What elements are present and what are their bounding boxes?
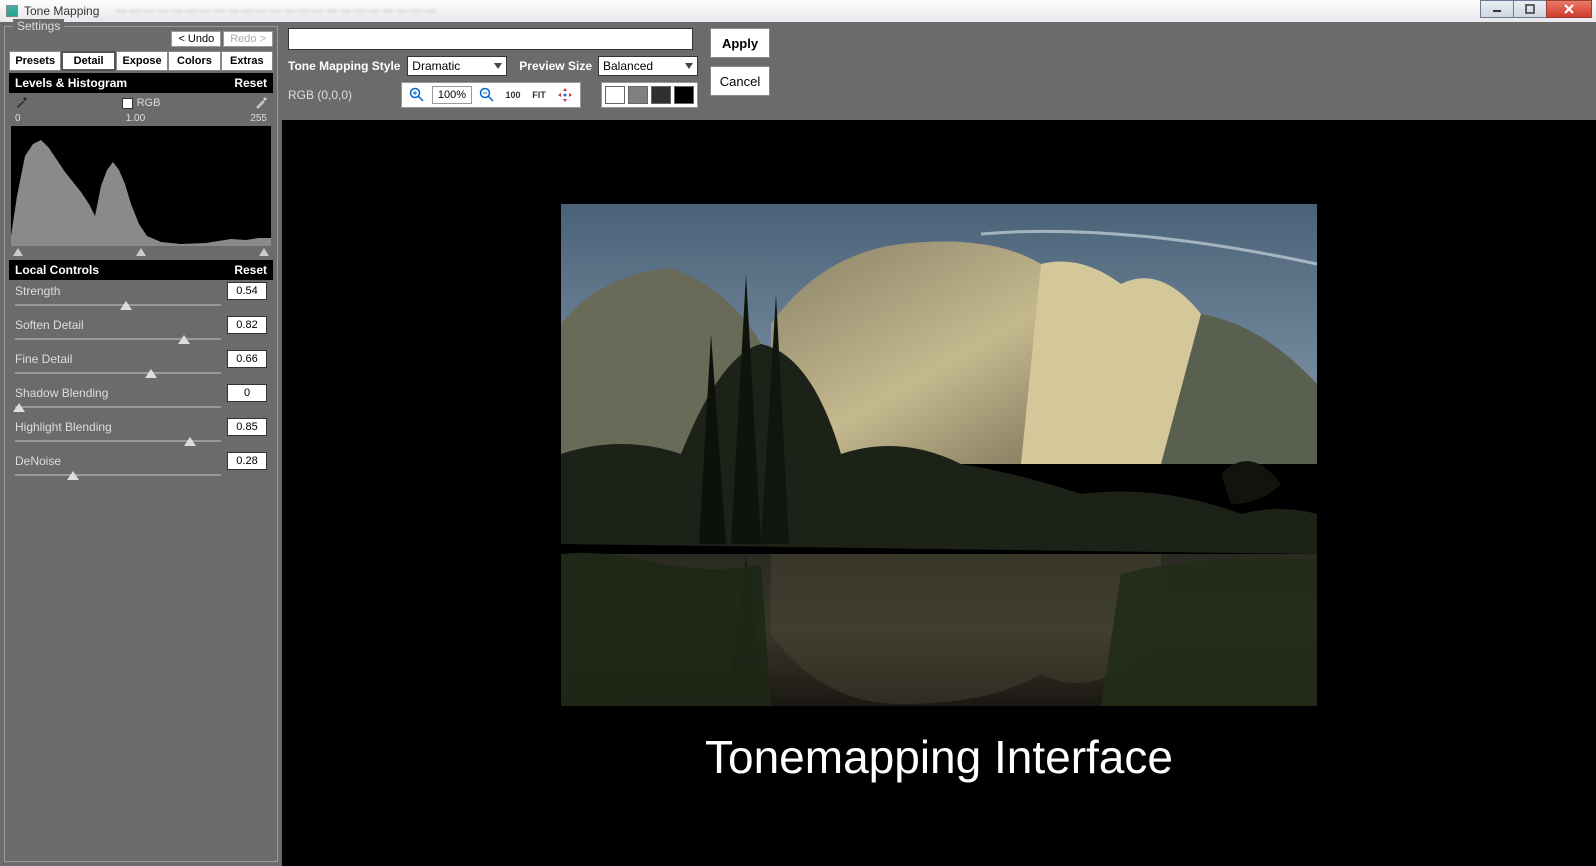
control-label: Fine Detail [15, 352, 72, 366]
axis-min: 0 [15, 113, 21, 124]
local-controls-reset[interactable]: Reset [234, 263, 267, 277]
background-swatches [601, 82, 698, 108]
caption: Tonemapping Interface [705, 730, 1173, 784]
local-controls-title: Local Controls [15, 263, 99, 277]
zoom-fit-button[interactable]: FIT [528, 85, 550, 105]
pan-icon[interactable] [554, 85, 576, 105]
control-slider[interactable] [15, 472, 267, 484]
control-shadow-blending: Shadow Blending 0 [9, 382, 273, 416]
tab-colors[interactable]: Colors [168, 51, 220, 71]
control-label: Strength [15, 284, 60, 298]
preview-image[interactable] [561, 204, 1317, 706]
control-value-input[interactable]: 0.66 [227, 350, 267, 368]
toolbar: Tone Mapping Style Dramatic Preview Size… [282, 22, 1596, 120]
zoom-in-icon[interactable] [406, 85, 428, 105]
titlebar: Tone Mapping — — — — — — — — — — — — — —… [0, 0, 1596, 22]
levels-title: Levels & Histogram [15, 76, 127, 90]
control-value-input[interactable]: 0.28 [227, 452, 267, 470]
zoom-100-button[interactable]: 100 [502, 85, 524, 105]
redo-button: Redo > [223, 31, 273, 47]
levels-reset[interactable]: Reset [234, 76, 267, 90]
axis-max: 255 [250, 113, 267, 124]
black-point-dropper-icon[interactable] [15, 97, 27, 109]
control-value-input[interactable]: 0 [227, 384, 267, 402]
tab-expose[interactable]: Expose [116, 51, 168, 71]
close-button[interactable] [1546, 0, 1592, 18]
histogram[interactable] [11, 126, 271, 246]
axis-mid: 1.00 [126, 113, 145, 124]
control-denoise: DeNoise 0.28 [9, 450, 273, 484]
style-value: Dramatic [412, 59, 460, 73]
tab-presets[interactable]: Presets [9, 51, 61, 71]
maximize-button[interactable] [1513, 0, 1547, 18]
slider-thumb[interactable] [67, 471, 79, 480]
zoom-out-icon[interactable] [476, 85, 498, 105]
levels-header: Levels & Histogram Reset [9, 73, 273, 93]
control-slider[interactable] [15, 404, 267, 416]
control-slider[interactable] [15, 302, 267, 314]
canvas-area: Tonemapping Interface [282, 120, 1596, 866]
bg-swatch-3[interactable] [674, 86, 694, 104]
settings-legend: Settings [13, 19, 64, 33]
white-point-dropper-icon[interactable] [255, 97, 267, 109]
slider-thumb[interactable] [184, 437, 196, 446]
style-label: Tone Mapping Style [288, 59, 400, 73]
control-slider[interactable] [15, 336, 267, 348]
preview-size-value: Balanced [603, 59, 653, 73]
apply-button[interactable]: Apply [710, 28, 770, 58]
preview-size-label: Preview Size [519, 59, 592, 73]
app-icon [6, 5, 18, 17]
control-value-input[interactable]: 0.85 [227, 418, 267, 436]
rgb-label: RGB [137, 97, 161, 109]
control-label: Shadow Blending [15, 386, 108, 400]
bg-swatch-2[interactable] [651, 86, 671, 104]
preview-size-select[interactable]: Balanced [598, 56, 698, 76]
slider-thumb[interactable] [145, 369, 157, 378]
chevron-down-icon [494, 63, 502, 69]
rgb-readout: RGB (0,0,0) [288, 88, 352, 102]
style-select[interactable]: Dramatic [407, 56, 507, 76]
settings-sidebar: Settings < Undo Redo > PresetsDetailExpo… [0, 22, 282, 866]
control-label: Highlight Blending [15, 420, 112, 434]
minimize-button[interactable] [1480, 0, 1514, 18]
slider-thumb[interactable] [120, 301, 132, 310]
titlebar-path-blurred: — — — — — — — — — — — — — — — — — — — — … [115, 5, 435, 17]
control-fine-detail: Fine Detail 0.66 [9, 348, 273, 382]
control-value-input[interactable]: 0.82 [227, 316, 267, 334]
black-point-slider[interactable] [13, 248, 23, 256]
control-highlight-blending: Highlight Blending 0.85 [9, 416, 273, 450]
rgb-checkbox[interactable] [122, 98, 133, 109]
bg-swatch-0[interactable] [605, 86, 625, 104]
control-slider[interactable] [15, 438, 267, 450]
control-label: Soften Detail [15, 318, 84, 332]
chevron-down-icon [685, 63, 693, 69]
undo-button[interactable]: < Undo [171, 31, 221, 47]
control-soften-detail: Soften Detail 0.82 [9, 314, 273, 348]
local-controls-header: Local Controls Reset [9, 260, 273, 280]
tab-extras[interactable]: Extras [221, 51, 273, 71]
control-value-input[interactable]: 0.54 [227, 282, 267, 300]
white-point-slider[interactable] [259, 248, 269, 256]
control-label: DeNoise [15, 454, 61, 468]
window-title: Tone Mapping [24, 4, 99, 18]
slider-thumb[interactable] [178, 335, 190, 344]
main-area: Tone Mapping Style Dramatic Preview Size… [282, 22, 1596, 866]
control-strength: Strength 0.54 [9, 280, 273, 314]
control-slider[interactable] [15, 370, 267, 382]
gamma-slider[interactable] [136, 248, 146, 256]
file-path-input[interactable] [288, 28, 693, 50]
cancel-button[interactable]: Cancel [710, 66, 770, 96]
bg-swatch-1[interactable] [628, 86, 648, 104]
zoom-controls: 100% 100 FIT [401, 82, 581, 108]
slider-thumb[interactable] [13, 403, 25, 412]
tab-detail[interactable]: Detail [61, 51, 115, 71]
settings-tabs: PresetsDetailExposeColorsExtras [9, 51, 273, 71]
zoom-value-input[interactable]: 100% [432, 86, 472, 104]
